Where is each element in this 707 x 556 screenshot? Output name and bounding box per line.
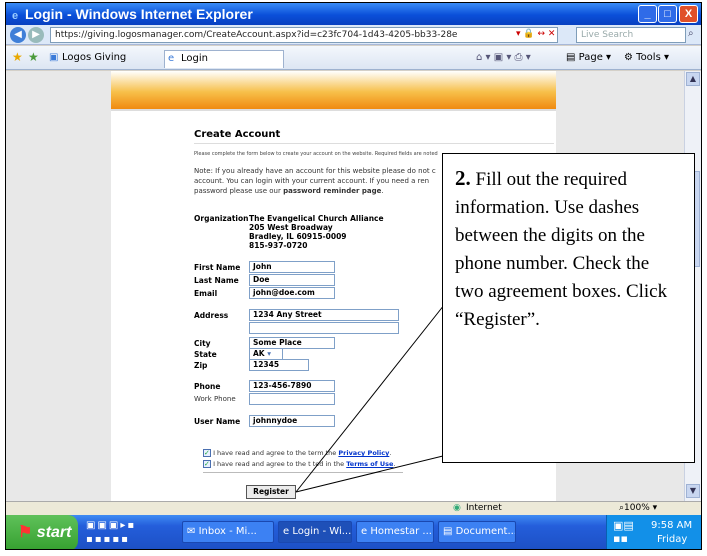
scroll-down-icon[interactable]: ▼ [686,484,700,498]
email-input[interactable]: john@doe.com [249,287,335,299]
status-bar: ◉ Internet ⌕100% ▾ [6,501,701,515]
password-reminder-link[interactable]: password reminder page [283,187,381,195]
divider [194,143,554,144]
org-phone: 815-937-0720 [249,241,308,250]
tab-label: Login [181,53,208,64]
clock-day: Friday [657,534,688,545]
tab-logos-giving[interactable]: ▣ Logos Giving [46,50,164,68]
address-bar: ◀ ▶ https://giving.logosmanager.com/Crea… [6,25,701,45]
page-icon: ▣ [49,52,59,63]
address-label: Address [194,311,229,320]
privacy-policy-link[interactable]: Privacy Policy [338,449,389,457]
user-name-input[interactable]: johnnydoe [249,415,335,427]
ie-icon: e [12,10,19,22]
step-number: 2. [455,166,471,190]
state-label: State [194,350,217,359]
last-name-label: Last Name [194,276,239,285]
zone-label: Internet [466,503,502,513]
city-label: City [194,339,211,348]
search-icon[interactable]: ⌕ [688,28,694,39]
minimize-button[interactable]: _ [638,5,657,23]
maximize-button[interactable]: □ [658,5,677,23]
address2-input[interactable] [249,322,399,334]
privacy-agreement: ✓ I have read and agree to the term the … [203,449,392,457]
chevron-down-icon: ▾ [267,349,272,358]
quick-launch[interactable]: ▣▣▣▸▪ ▪▪▪▪▪ [86,519,136,547]
page-menu[interactable]: ▤ Page ▾ [566,51,611,65]
back-arrow-icon[interactable]: ◀ [10,27,26,43]
site-banner [111,71,556,109]
note-line-2: account. You can login with your current… [194,177,430,185]
zip-input[interactable]: 12345 [249,359,309,371]
terms-of-use-link[interactable]: Terms of Use [346,460,393,468]
address-input[interactable]: 1234 Any Street [249,309,399,321]
lock-refresh-stop-icons[interactable]: ▾ 🔒 ↔ ✕ [516,27,555,41]
org-address1: 205 West Broadway [249,223,333,232]
taskbar-item-document[interactable]: ▤ Document... [438,521,516,543]
instruction-text: Fill out the required information. Use d… [455,169,668,330]
org-address2: Bradley, IL 60915-0009 [249,232,347,241]
zip-label: Zip [194,361,208,370]
first-name-label: First Name [194,263,241,272]
favorites-star-icon[interactable]: ★ [12,50,23,64]
last-name-input[interactable]: Doe [249,274,335,286]
note-line-1: Note: If you already have an account for… [194,167,436,175]
instruction-callout: 2. Fill out the required information. Us… [442,153,695,463]
divider [203,472,403,473]
phone-input[interactable]: 123-456-7890 [249,380,335,392]
close-button[interactable]: X [679,5,698,23]
tab-label: Logos Giving [62,52,127,63]
page-icon: e [168,53,175,64]
search-input[interactable]: Live Search [576,27,686,43]
intro-text: Please complete the form below to create… [194,151,438,157]
taskbar-item-inbox[interactable]: ✉ Inbox - Mi... [182,521,274,543]
register-button[interactable]: Register [246,485,296,499]
terms-agreement: ✓ I have read and agree to the t ted in … [203,460,396,468]
privacy-checkbox[interactable]: ✓ [203,449,211,457]
phone-label: Phone [194,382,221,391]
globe-icon: ◉ [453,503,461,513]
taskbar-item-login[interactable]: e Login - Wi... [278,521,352,543]
home-feeds-print-icons[interactable]: ⌂ ▾ ▣ ▾ ⎙ ▾ [476,51,531,65]
divider [111,109,556,111]
taskbar: ⚑ start ▣▣▣▸▪ ▪▪▪▪▪ ✉ Inbox - Mi... e Log… [6,515,701,549]
system-tray: ▣▤ ▪▪ 9:58 AM Friday [606,515,701,549]
first-name-input[interactable]: John [249,261,335,273]
org-label: Organization [194,214,249,223]
url-input[interactable]: https://giving.logosmanager.com/CreateAc… [50,27,558,43]
tab-login[interactable]: e Login [164,50,284,68]
start-button[interactable]: ⚑ start [6,515,78,549]
zoom-level[interactable]: ⌕100% ▾ [619,502,657,515]
note-line-3: password please use our password reminde… [194,187,384,195]
terms-checkbox[interactable]: ✓ [203,460,211,468]
forward-arrow-icon[interactable]: ▶ [28,27,44,43]
tab-bar: ★ ★ ▣ Logos Giving e Login ⌂ ▾ ▣ ▾ ⎙ ▾ ▤ P… [6,46,701,70]
org-name: The Evangelical Church Alliance [249,214,384,223]
tools-menu[interactable]: ⚙ Tools ▾ [624,51,669,65]
title-bar[interactable]: e Login - Windows Internet Explorer _ □ X [6,3,701,25]
work-phone-input[interactable] [249,393,335,405]
tray-icons[interactable]: ▣▤ ▪▪ [613,519,634,545]
work-phone-label: Work Phone [194,395,236,403]
email-label: Email [194,289,218,298]
windows-flag-icon: ⚑ [18,524,33,541]
user-name-label: User Name [194,417,241,426]
window-title: Login - Windows Internet Explorer [25,6,253,22]
page-title: Create Account [194,129,281,140]
scroll-up-icon[interactable]: ▲ [686,72,700,86]
taskbar-item-homestar[interactable]: e Homestar ... [356,521,434,543]
add-favorite-icon[interactable]: ★ [28,50,39,64]
clock-time[interactable]: 9:58 AM [651,520,692,531]
